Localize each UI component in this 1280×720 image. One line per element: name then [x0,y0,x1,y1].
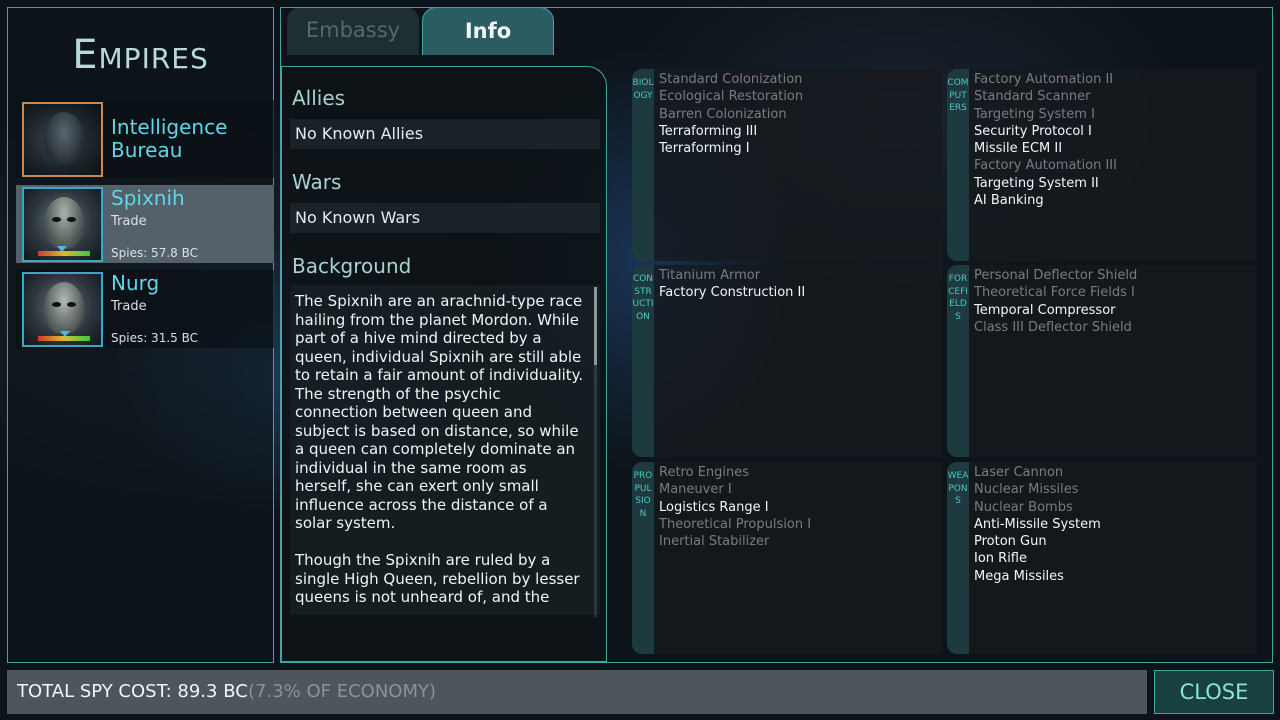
relation-marker-icon [60,331,70,337]
spy-cost-percent: (7.3% OF ECONOMY) [248,681,437,702]
tech-category-label: BIOLOGY [632,78,654,101]
empires-panel: Empires Intelligence Bureau Spixnih Trad… [7,7,274,663]
tech-item: Standard Colonization [659,72,803,87]
tech-category-label: COMPUTERS [947,78,969,113]
tech-item: Personal Deflector Shield [974,268,1138,283]
tech-item: Temporal Compressor [974,302,1116,318]
allies-value: No Known Allies [290,119,600,149]
tech-list: Titanium Armor Factory Construction II [659,267,805,302]
tech-category-label: WEAPONS [947,471,969,506]
tech-item: Proton Gun [974,534,1047,550]
tech-item: Targeting System II [974,175,1099,191]
tech-category-forcefields: FORCEFIELDS Personal Deflector Shield The… [947,265,1257,457]
tech-category-label: FORCEFIELDS [948,274,968,322]
tech-item: Barren Colonization [659,106,787,122]
tech-list: Standard Colonization Ecological Restorat… [659,71,803,157]
tech-category-biology: BIOLOGY Standard Colonization Ecological … [632,69,942,261]
tech-category-computers: COMPUTERS Factory Automation II Standard … [947,69,1257,261]
relation-marker-icon [57,246,67,252]
background-text-box[interactable]: The Spixnih are an arachnid-type race ha… [290,285,600,615]
tech-item: Maneuver I [659,482,732,498]
tech-item: Factory Automation III [974,158,1117,174]
tech-item: Mega Missiles [974,568,1064,584]
close-button[interactable]: CLOSE [1154,670,1274,714]
empire-name: Nurg [111,271,160,295]
tech-item: Standard Scanner [974,89,1091,105]
tech-item: Logistics Range I [659,499,769,515]
tech-item: Class III Deflector Shield [974,319,1132,335]
tech-item: Theoretical Propulsion I [659,516,812,532]
tech-item: Missile ECM II [974,141,1063,157]
empire-spies: Spies: 31.5 BC [111,331,198,345]
spy-cost-bar: TOTAL SPY COST: 89.3 BC (7.3% OF ECONOMY… [7,670,1147,714]
tech-item: Theoretical Force Fields I [974,285,1135,301]
wars-heading: Wars [292,170,342,194]
empire-row-nurg[interactable]: Nurg Trade Spies: 31.5 BC [16,270,274,348]
tech-category-label: CONSTRUCTION [632,274,654,322]
intelligence-bureau-portrait [22,102,103,177]
wars-value: No Known Wars [290,203,600,233]
empire-name: Spixnih [111,186,185,210]
empire-status: Trade [111,299,147,314]
tech-item: Titanium Armor [659,268,761,283]
tech-list: Retro Engines Maneuver I Logistics Range I… [659,464,811,550]
tech-item: AI Banking [974,193,1044,209]
tech-category-label: PROPULSION [633,471,653,519]
background-scroll-thumb[interactable] [594,287,597,365]
empire-row-intelligence-bureau[interactable]: Intelligence Bureau [16,100,274,178]
tech-item: Terraforming I [659,141,750,157]
empire-info-panel: Allies No Known Allies Wars No Known War… [281,66,607,662]
tech-item: Laser Cannon [974,465,1064,480]
tech-category-weapons: WEAPONS Laser Cannon Nuclear Missiles Nucl… [947,462,1257,654]
tech-list: Factory Automation II Standard Scanner Tar… [974,71,1117,209]
background-text: The Spixnih are an arachnid-type race ha… [295,292,584,606]
tech-category-propulsion: PROPULSION Retro Engines Maneuver I Logist… [632,462,942,654]
tech-item: Terraforming III [659,123,758,139]
background-heading: Background [292,254,412,278]
tech-item: Retro Engines [659,465,750,480]
allies-heading: Allies [292,86,346,110]
empire-spies: Spies: 57.8 BC [111,246,198,260]
tab-info[interactable]: Info [422,7,554,55]
tech-list: Laser Cannon Nuclear Missiles Nuclear Bomb… [974,464,1101,585]
tech-item: Factory Automation II [974,72,1114,87]
total-spy-cost: TOTAL SPY COST: 89.3 BC [17,681,248,702]
tab-embassy[interactable]: Embassy [287,7,419,55]
tech-list: Personal Deflector Shield Theoretical For… [974,267,1137,336]
tech-item: Security Protocol I [974,123,1092,139]
spixnih-portrait [22,187,103,262]
tech-item: Nuclear Bombs [974,499,1073,515]
tech-category-construction: CONSTRUCTION Titanium Armor Factory Const… [632,265,942,457]
empire-row-spixnih[interactable]: Spixnih Trade Spies: 57.8 BC [16,185,274,263]
tech-item: Inertial Stabilizer [659,534,770,550]
tech-item: Factory Construction II [659,285,806,301]
empires-title: Empires [72,32,209,78]
tech-item: Anti-Missile System [974,516,1101,532]
empire-status: Trade [111,214,147,229]
empire-name: Intelligence Bureau [111,115,228,162]
tech-item: Nuclear Missiles [974,482,1079,498]
tech-item: Targeting System I [974,106,1095,122]
nurg-portrait [22,272,103,347]
tech-item: Ecological Restoration [659,89,804,105]
tech-item: Ion Rifle [974,551,1027,567]
